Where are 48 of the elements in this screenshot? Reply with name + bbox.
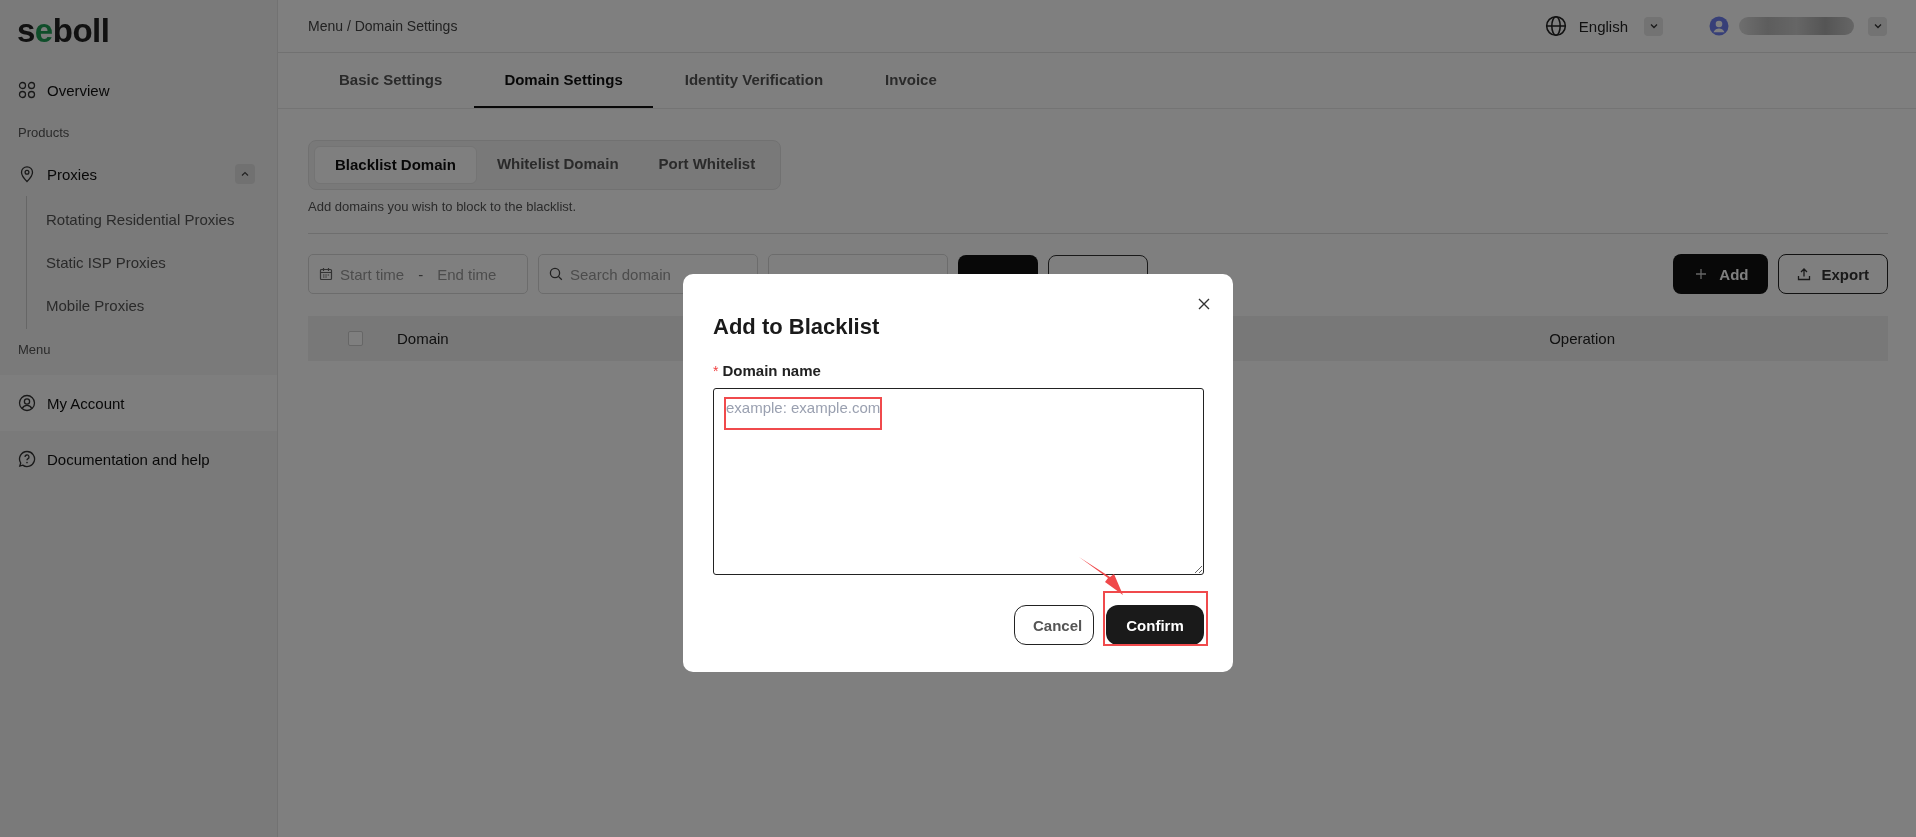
tab[interactable]: Invoice — [855, 53, 967, 108]
segment-tab[interactable]: Blacklist Domain — [314, 146, 477, 184]
nav-subitem[interactable]: Mobile Proxies — [27, 284, 277, 327]
globe-icon — [1544, 15, 1567, 37]
dialog-title: Add to Blacklist — [713, 314, 881, 340]
close-icon[interactable] — [1197, 297, 1211, 311]
segment-tab[interactable]: Port Whitelist — [638, 146, 776, 182]
dropdown-toggle[interactable] — [1868, 16, 1887, 36]
location-pin-icon — [18, 165, 36, 183]
export-button[interactable]: Export — [1778, 254, 1888, 294]
chevron-icon — [240, 169, 250, 179]
user-icon — [18, 394, 36, 412]
dropdown-toggle[interactable] — [1644, 16, 1663, 36]
nav-subitem[interactable]: Static ISP Proxies — [27, 241, 277, 284]
collapse-toggle[interactable] — [235, 164, 255, 184]
required-asterisk: * — [713, 362, 719, 379]
tab[interactable]: Identity Verification — [654, 53, 854, 108]
avatar-icon — [1709, 16, 1729, 36]
nav-item[interactable]: Documentation and help — [0, 437, 277, 481]
confirm-button[interactable]: Confirm — [1106, 605, 1204, 645]
nav-subitem[interactable]: Rotating Residential Proxies — [27, 198, 277, 241]
section-heading: Products — [17, 124, 71, 142]
domain-input[interactable]: example: example.com — [713, 388, 1204, 575]
add-button[interactable]: Add — [1673, 254, 1769, 294]
nav-group[interactable]: Proxies — [0, 152, 277, 196]
column-header: Domain — [397, 330, 449, 347]
chevron-down-icon — [1648, 21, 1659, 31]
chevron-down-icon — [1872, 21, 1883, 31]
calendar-icon — [319, 267, 333, 281]
column-header: Operation — [1549, 330, 1615, 347]
description: Add domains you wish to block to the blacklist. — [308, 199, 578, 214]
checkbox[interactable] — [348, 331, 363, 346]
nav-item[interactable]: Overview — [0, 68, 277, 112]
tab[interactable]: Basic Settings — [309, 53, 473, 108]
help-icon — [18, 450, 36, 468]
segment-tab[interactable]: Whitelist Domain — [476, 146, 639, 182]
nav-item[interactable]: My Account — [0, 375, 277, 431]
tab[interactable]: Domain Settings — [474, 53, 653, 108]
field-label: Domain name — [722, 362, 821, 379]
breadcrumb: Menu / Domain Settings — [308, 18, 458, 34]
search-icon — [549, 267, 563, 281]
logo: seboll — [16, 14, 111, 48]
plus-icon — [1695, 268, 1708, 280]
upload-icon — [1797, 267, 1812, 281]
cancel-button[interactable]: Cancel — [1014, 605, 1094, 645]
section-heading: Menu — [17, 341, 52, 359]
grid-icon — [18, 81, 36, 99]
language-selector[interactable]: English — [1578, 17, 1628, 35]
